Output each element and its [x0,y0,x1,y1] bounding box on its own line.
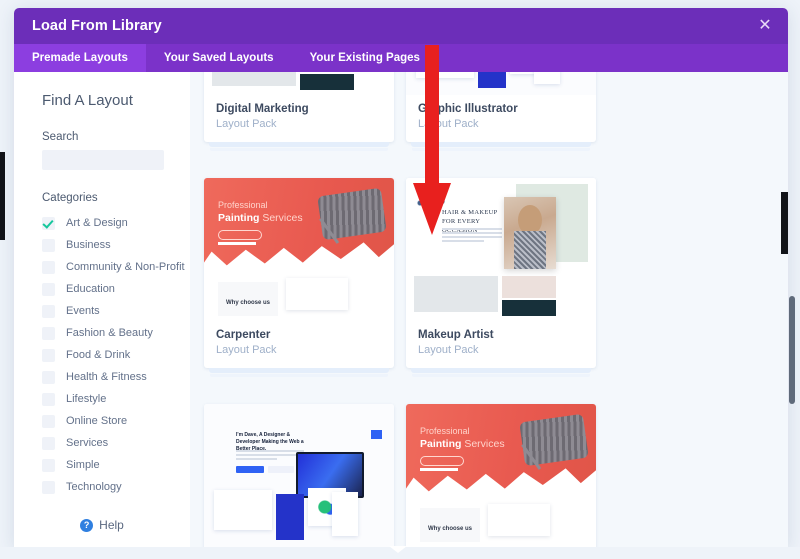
layout-card-painting-service[interactable]: Professional Painting Services Why choos… [406,404,596,548]
modal-body: Find A Layout Search Categories Art & De… [14,72,788,548]
layout-card-web-freelancer[interactable]: I'm Dave, A Designer & Developer Making … [204,404,394,548]
category-food-drink[interactable]: Food & Drink [42,344,190,366]
category-lifestyle[interactable]: Lifestyle [42,388,190,410]
thumb-card-text: Why choose us [428,526,473,532]
thumb-eyebrow: Professional [218,200,268,210]
categories-label: Categories [42,192,98,204]
checkbox-icon[interactable] [42,304,55,318]
close-icon[interactable]: ✕ [756,17,774,35]
layout-card-meta: Digital Marketing Layout Pack [204,95,394,142]
checkbox-icon[interactable] [42,414,55,428]
layout-card-wrap: I'm Dave, A Designer & Developer Making … [198,404,400,548]
layout-thumbnail: Professional Painting Services Why choos… [406,404,596,547]
layout-grid-area: HAIR & MAKEUP FOR EVERY OCCASION Digital… [190,72,788,548]
category-label: Events [66,305,100,317]
layout-card-title: Makeup Artist [418,329,494,341]
help-button[interactable]: ? Help [42,518,162,532]
category-education[interactable]: Education [42,278,190,300]
load-from-library-modal: Load From Library ✕ Premade Layouts Your… [14,8,788,548]
category-label: Health & Fitness [66,371,147,383]
modal-header: Load From Library ✕ [14,8,788,44]
red-pointer-arrow [413,45,451,235]
category-label: Online Store [66,415,128,427]
category-health-fitness[interactable]: Health & Fitness [42,366,190,388]
modal-title: Load From Library [32,18,162,34]
thumb-headline: Painting [218,212,260,224]
scrollbar-thumb[interactable] [789,296,795,404]
thumb-card-text: Why choose us [226,300,271,306]
question-mark-icon: ? [80,518,94,532]
layout-card-digital-marketing[interactable]: HAIR & MAKEUP FOR EVERY OCCASION Digital… [204,72,394,147]
category-label: Education [66,283,115,295]
checkbox-icon[interactable] [42,348,55,362]
thumb-headline: Painting [420,438,462,450]
layout-card-wrap: HAIR & MAKEUP FOR EVERY OCCASION Digital… [198,72,400,178]
checkbox-icon[interactable] [42,392,55,406]
checkbox-icon[interactable] [42,458,55,472]
category-label: Business [66,239,111,251]
checkbox-icon[interactable] [42,326,55,340]
category-label: Services [66,437,109,449]
checkbox-icon[interactable] [42,260,55,274]
thumb-headline-rest: Services [461,438,505,450]
vertical-scrollbar[interactable] [789,8,798,548]
sidebar-find-a-layout: Find A Layout Search Categories Art & De… [14,72,190,548]
checkbox-icon[interactable] [42,480,55,494]
layout-card-meta: Makeup Artist Layout Pack [406,321,596,368]
tab-bar: Premade Layouts Your Saved Layouts Your … [14,44,788,72]
layout-card-wrap: Professional Painting Services Why choos… [400,404,602,548]
category-simple[interactable]: Simple [42,454,190,476]
layout-card-carpenter[interactable]: Professional Painting Services Why choos… [204,178,394,373]
layout-card-subtitle: Layout Pack [216,118,277,130]
tab-premade-layouts[interactable]: Premade Layouts [14,44,146,72]
layout-card-subtitle: Layout Pack [418,344,479,356]
checkbox-icon[interactable] [42,238,55,252]
thumb-headline-rest: Services [259,212,303,224]
layout-thumbnail: Professional Painting Services Why choos… [204,178,394,321]
right-edge-bar [781,192,788,254]
category-label: Fashion & Beauty [66,327,153,339]
layout-thumbnail: I'm Dave, A Designer & Developer Making … [204,404,394,547]
checkbox-checked-icon[interactable] [42,216,55,230]
layout-card-subtitle: Layout Pack [216,344,277,356]
category-events[interactable]: Events [42,300,190,322]
checkbox-icon[interactable] [42,282,55,296]
layout-card-wrap: Professional Painting Services Why choos… [198,178,400,404]
category-label: Art & Design [66,217,128,229]
screen-root: Load From Library ✕ Premade Layouts Your… [0,0,800,559]
category-fashion-beauty[interactable]: Fashion & Beauty [42,322,190,344]
page-title: Find A Layout [42,92,133,109]
category-label: Food & Drink [66,349,131,361]
tab-your-saved-layouts[interactable]: Your Saved Layouts [146,44,292,72]
category-label: Simple [66,459,100,471]
thumb-eyebrow: Professional [420,426,470,436]
layout-grid: HAIR & MAKEUP FOR EVERY OCCASION Digital… [190,72,788,548]
category-business[interactable]: Business [42,234,190,256]
category-art-design[interactable]: Art & Design [42,212,190,234]
category-label: Community & Non-Profit [66,261,185,273]
layout-card-title: Carpenter [216,329,271,341]
layout-thumbnail: HAIR & MAKEUP FOR EVERY OCCASION [204,72,394,95]
category-label: Technology [66,481,122,493]
category-services[interactable]: Services [42,432,190,454]
help-label: Help [99,518,124,532]
category-label: Lifestyle [66,393,107,405]
layout-card-title: Digital Marketing [216,103,309,115]
search-input[interactable] [42,150,164,170]
category-community-non-profit[interactable]: Community & Non-Profit [42,256,190,278]
checkbox-icon[interactable] [42,370,55,384]
category-online-store[interactable]: Online Store [42,410,190,432]
checkbox-icon[interactable] [42,436,55,450]
modal-pointer-notch [389,546,407,553]
search-label: Search [42,131,79,143]
category-technology[interactable]: Technology [42,476,190,498]
layout-card-meta: Carpenter Layout Pack [204,321,394,368]
left-edge-bar [0,152,5,240]
